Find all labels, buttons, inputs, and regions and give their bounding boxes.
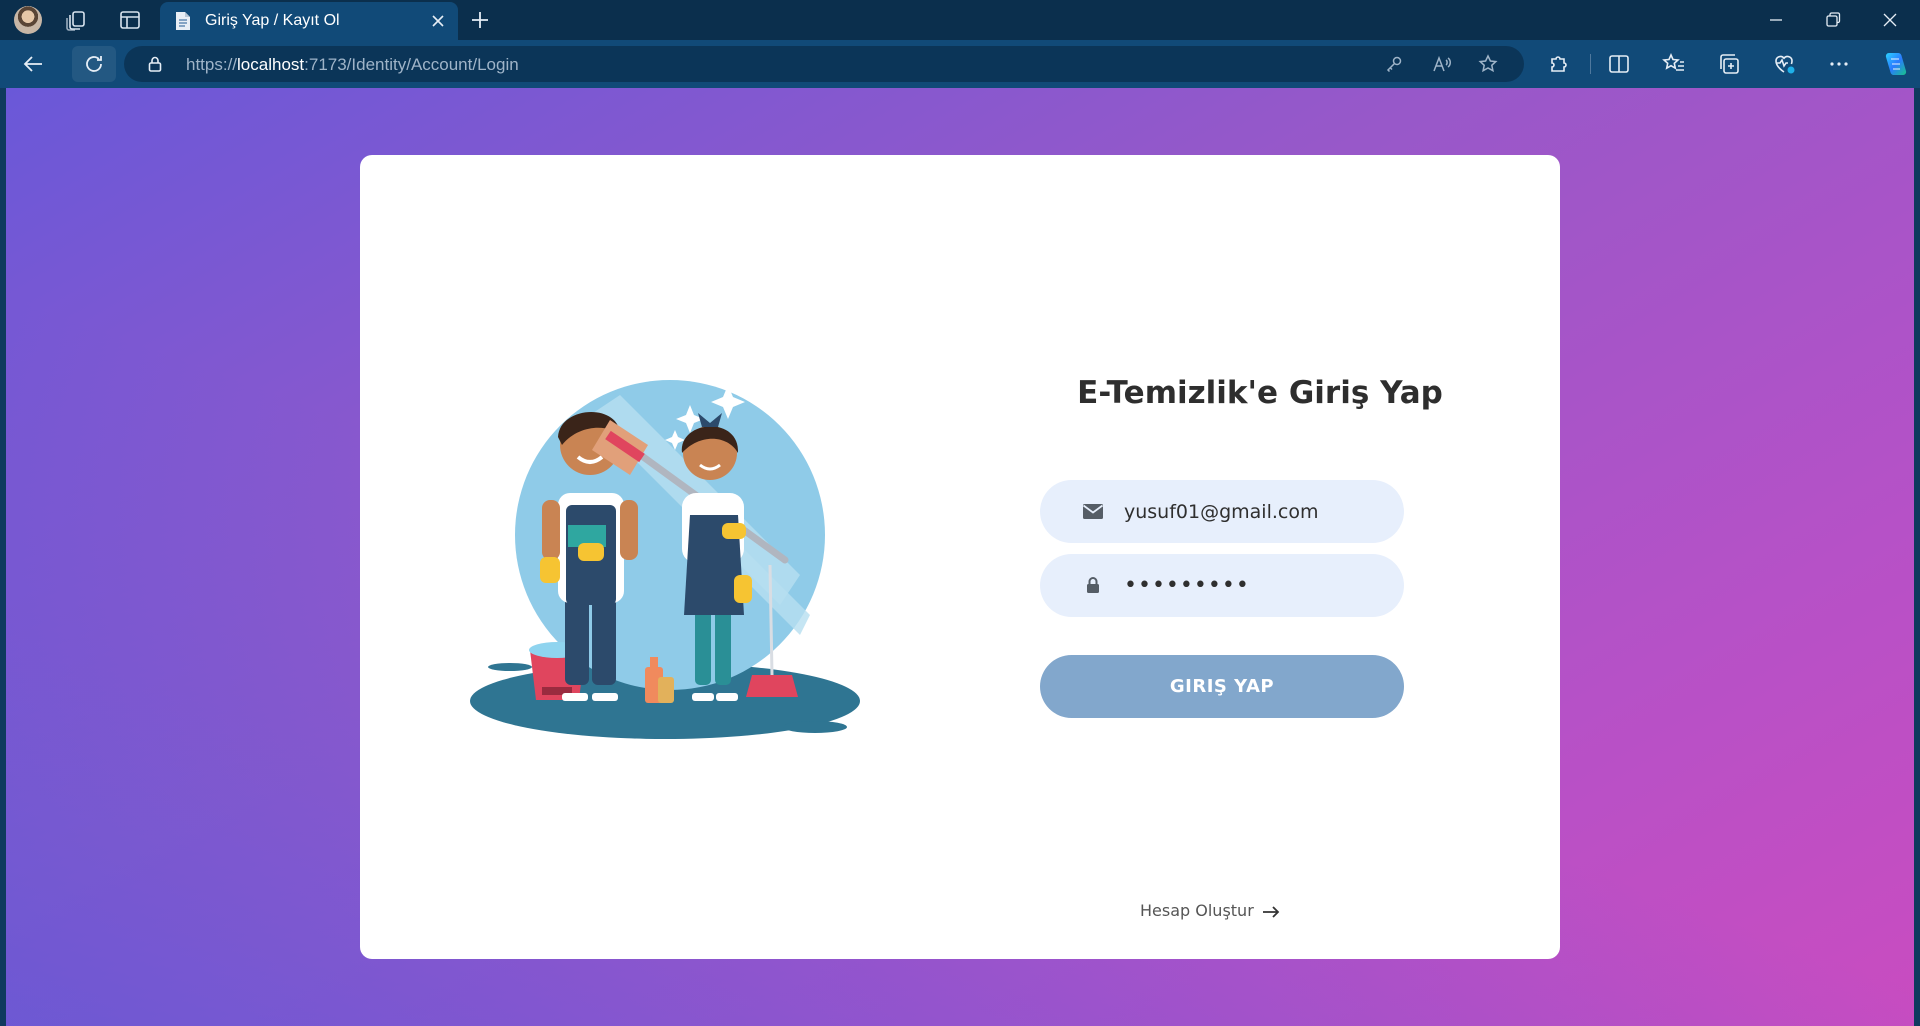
browser-essentials-icon[interactable] [1771,51,1797,77]
address-bar[interactable]: https://localhost:7173/Identity/Account/… [124,46,1524,82]
minimize-icon[interactable] [1764,8,1788,32]
close-icon[interactable] [428,11,448,31]
page-background: E-Temizlik'e Giriş Yap GIRIŞ YAP Hesap O… [6,88,1914,1026]
url-text[interactable]: https://localhost:7173/Identity/Account/… [186,55,519,75]
collections-icon[interactable] [1716,51,1742,77]
password-input[interactable] [1124,554,1384,617]
profile-avatar[interactable] [14,6,42,34]
favorites-icon[interactable] [1661,51,1687,77]
email-input[interactable] [1124,480,1384,543]
email-field[interactable] [1040,480,1404,543]
close-window-icon[interactable] [1878,8,1902,32]
envelope-icon [1082,504,1104,519]
login-card: E-Temizlik'e Giriş Yap GIRIŞ YAP Hesap O… [360,155,1560,959]
refresh-icon [86,56,102,72]
workspaces-icon[interactable] [64,8,88,32]
page-favicon [176,12,190,30]
cleaners-illustration [470,380,860,739]
tab-actions-icon[interactable] [118,8,142,32]
extensions-icon[interactable] [1546,51,1572,77]
password-field[interactable] [1040,554,1404,617]
key-icon[interactable] [1384,54,1404,74]
split-screen-icon[interactable] [1606,51,1632,77]
page-title: E-Temizlik'e Giriş Yap [1077,375,1443,411]
create-account-label: Hesap Oluştur [1140,901,1254,920]
read-aloud-icon[interactable] [1432,54,1452,74]
browser-titlebar: Giriş Yap / Kayıt Ol [0,0,1920,40]
lock-icon[interactable] [146,55,164,73]
toolbar-separator [1590,54,1591,74]
restore-icon[interactable] [1821,8,1845,32]
browser-toolbar: https://localhost:7173/Identity/Account/… [0,40,1920,88]
more-icon[interactable] [1826,51,1852,77]
active-tab[interactable]: Giriş Yap / Kayıt Ol [160,2,458,40]
plus-icon[interactable] [468,8,492,32]
back-icon[interactable] [20,50,48,78]
star-icon[interactable] [1478,54,1498,74]
copilot-icon[interactable] [1880,49,1910,79]
lock-icon [1087,577,1099,593]
refresh-button[interactable] [72,46,116,82]
login-submit-button[interactable]: GIRIŞ YAP [1040,655,1404,718]
tab-title: Giriş Yap / Kayıt Ol [205,12,340,29]
create-account-link[interactable]: Hesap Oluştur [1140,901,1280,920]
arrow-right-icon [1262,905,1280,918]
